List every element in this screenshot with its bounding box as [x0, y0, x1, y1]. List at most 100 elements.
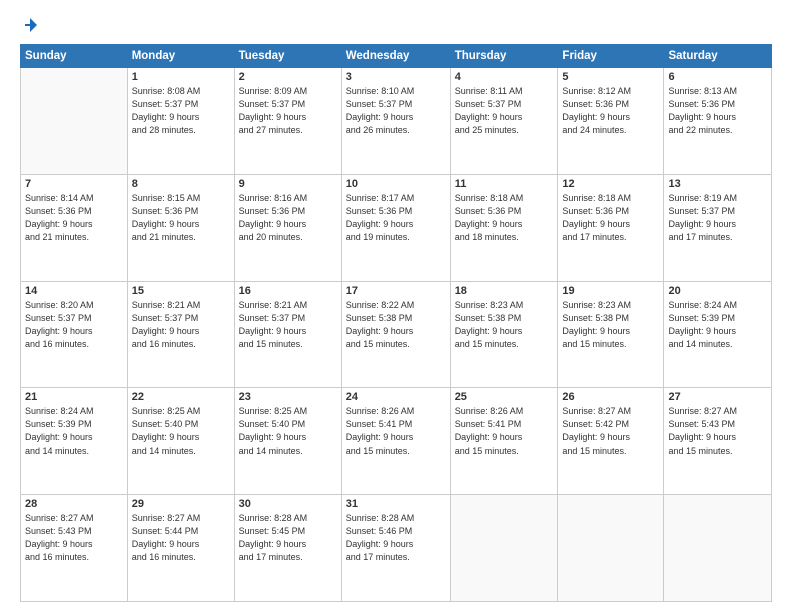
calendar-cell — [450, 495, 558, 602]
calendar-cell: 20 Sunrise: 8:24 AM Sunset: 5:39 PM Dayli… — [664, 281, 772, 388]
day-info: Sunrise: 8:16 AM Sunset: 5:36 PM Dayligh… — [239, 192, 337, 244]
day-info: Sunrise: 8:21 AM Sunset: 5:37 PM Dayligh… — [132, 299, 230, 351]
day-number: 5 — [562, 71, 659, 83]
day-info: Sunrise: 8:18 AM Sunset: 5:36 PM Dayligh… — [455, 192, 554, 244]
day-info: Sunrise: 8:13 AM Sunset: 5:36 PM Dayligh… — [668, 85, 767, 137]
calendar-cell: 24Sunrise: 8:26 AM Sunset: 5:41 PM Dayli… — [341, 388, 450, 495]
day-number: 30 — [239, 498, 337, 510]
day-info: Sunrise: 8:28 AM Sunset: 5:46 PM Dayligh… — [346, 512, 446, 564]
calendar-cell: 23 Sunrise: 8:25 AM Sunset: 5:40 PM Dayli… — [234, 388, 341, 495]
day-number: 23 — [239, 391, 337, 403]
calendar-cell: 25Sunrise: 8:26 AM Sunset: 5:41 PM Dayli… — [450, 388, 558, 495]
day-info: Sunrise: 8:09 AM Sunset: 5:37 PM Dayligh… — [239, 85, 337, 137]
calendar-cell: 17Sunrise: 8:22 AM Sunset: 5:38 PM Dayli… — [341, 281, 450, 388]
day-number: 11 — [455, 178, 554, 190]
logo-icon — [21, 16, 39, 34]
day-number: 6 — [668, 71, 767, 83]
day-info: Sunrise: 8:28 AM Sunset: 5:45 PM Dayligh… — [239, 512, 337, 564]
calendar-week-row: 14Sunrise: 8:20 AM Sunset: 5:37 PM Dayli… — [21, 281, 772, 388]
day-info: Sunrise: 8:27 AM Sunset: 5:44 PM Dayligh… — [132, 512, 230, 564]
day-info: Sunrise: 8:18 AM Sunset: 5:36 PM Dayligh… — [562, 192, 659, 244]
day-number: 2 — [239, 71, 337, 83]
day-number: 28 — [25, 498, 123, 510]
day-number: 9 — [239, 178, 337, 190]
calendar-cell: 3 Sunrise: 8:10 AM Sunset: 5:37 PM Daylig… — [341, 68, 450, 175]
calendar-cell: 9 Sunrise: 8:16 AM Sunset: 5:36 PM Daylig… — [234, 174, 341, 281]
day-info: Sunrise: 8:27 AM Sunset: 5:42 PM Dayligh… — [562, 405, 659, 457]
calendar-cell: 21 Sunrise: 8:24 AM Sunset: 5:39 PM Dayli… — [21, 388, 128, 495]
day-number: 4 — [455, 71, 554, 83]
calendar-header-row: SundayMondayTuesdayWednesdayThursdayFrid… — [21, 45, 772, 68]
day-number: 13 — [668, 178, 767, 190]
day-info: Sunrise: 8:15 AM Sunset: 5:36 PM Dayligh… — [132, 192, 230, 244]
day-number: 14 — [25, 285, 123, 297]
calendar-cell: 27Sunrise: 8:27 AM Sunset: 5:43 PM Dayli… — [664, 388, 772, 495]
day-number: 16 — [239, 285, 337, 297]
calendar-table: SundayMondayTuesdayWednesdayThursdayFrid… — [20, 44, 772, 602]
day-info: Sunrise: 8:23 AM Sunset: 5:38 PM Dayligh… — [455, 299, 554, 351]
calendar-week-row: 28 Sunrise: 8:27 AM Sunset: 5:43 PM Dayli… — [21, 495, 772, 602]
calendar-cell: 28 Sunrise: 8:27 AM Sunset: 5:43 PM Dayli… — [21, 495, 128, 602]
calendar-cell: 10 Sunrise: 8:17 AM Sunset: 5:36 PM Dayli… — [341, 174, 450, 281]
calendar-cell: 22 Sunrise: 8:25 AM Sunset: 5:40 PM Dayli… — [127, 388, 234, 495]
calendar-cell: 7Sunrise: 8:14 AM Sunset: 5:36 PM Daylig… — [21, 174, 128, 281]
calendar-week-row: 21 Sunrise: 8:24 AM Sunset: 5:39 PM Dayli… — [21, 388, 772, 495]
day-info: Sunrise: 8:21 AM Sunset: 5:37 PM Dayligh… — [239, 299, 337, 351]
day-info: Sunrise: 8:17 AM Sunset: 5:36 PM Dayligh… — [346, 192, 446, 244]
weekday-header: Wednesday — [341, 45, 450, 68]
calendar-week-row: 1 Sunrise: 8:08 AM Sunset: 5:37 PM Daylig… — [21, 68, 772, 175]
calendar-cell: 13 Sunrise: 8:19 AM Sunset: 5:37 PM Dayli… — [664, 174, 772, 281]
calendar-cell: 31 Sunrise: 8:28 AM Sunset: 5:46 PM Dayli… — [341, 495, 450, 602]
day-info: Sunrise: 8:24 AM Sunset: 5:39 PM Dayligh… — [668, 299, 767, 351]
calendar-cell: 6 Sunrise: 8:13 AM Sunset: 5:36 PM Daylig… — [664, 68, 772, 175]
day-number: 31 — [346, 498, 446, 510]
day-info: Sunrise: 8:24 AM Sunset: 5:39 PM Dayligh… — [25, 405, 123, 457]
day-number: 22 — [132, 391, 230, 403]
day-info: Sunrise: 8:10 AM Sunset: 5:37 PM Dayligh… — [346, 85, 446, 137]
day-number: 25 — [455, 391, 554, 403]
day-info: Sunrise: 8:08 AM Sunset: 5:37 PM Dayligh… — [132, 85, 230, 137]
calendar-cell: 5 Sunrise: 8:12 AM Sunset: 5:36 PM Daylig… — [558, 68, 664, 175]
weekday-header: Monday — [127, 45, 234, 68]
calendar-cell: 11 Sunrise: 8:18 AM Sunset: 5:36 PM Dayli… — [450, 174, 558, 281]
day-number: 21 — [25, 391, 123, 403]
day-number: 26 — [562, 391, 659, 403]
day-number: 12 — [562, 178, 659, 190]
day-number: 10 — [346, 178, 446, 190]
calendar-cell — [664, 495, 772, 602]
calendar-week-row: 7Sunrise: 8:14 AM Sunset: 5:36 PM Daylig… — [21, 174, 772, 281]
day-number: 7 — [25, 178, 123, 190]
day-info: Sunrise: 8:27 AM Sunset: 5:43 PM Dayligh… — [25, 512, 123, 564]
calendar-cell: 4 Sunrise: 8:11 AM Sunset: 5:37 PM Daylig… — [450, 68, 558, 175]
day-info: Sunrise: 8:12 AM Sunset: 5:36 PM Dayligh… — [562, 85, 659, 137]
day-info: Sunrise: 8:27 AM Sunset: 5:43 PM Dayligh… — [668, 405, 767, 457]
page: SundayMondayTuesdayWednesdayThursdayFrid… — [0, 0, 792, 612]
calendar-cell: 14Sunrise: 8:20 AM Sunset: 5:37 PM Dayli… — [21, 281, 128, 388]
day-info: Sunrise: 8:25 AM Sunset: 5:40 PM Dayligh… — [239, 405, 337, 457]
weekday-header: Thursday — [450, 45, 558, 68]
day-number: 17 — [346, 285, 446, 297]
day-number: 29 — [132, 498, 230, 510]
weekday-header: Sunday — [21, 45, 128, 68]
calendar-cell: 12 Sunrise: 8:18 AM Sunset: 5:36 PM Dayli… — [558, 174, 664, 281]
day-info: Sunrise: 8:25 AM Sunset: 5:40 PM Dayligh… — [132, 405, 230, 457]
day-number: 3 — [346, 71, 446, 83]
calendar-cell: 8 Sunrise: 8:15 AM Sunset: 5:36 PM Daylig… — [127, 174, 234, 281]
calendar-cell — [21, 68, 128, 175]
calendar-cell — [558, 495, 664, 602]
weekday-header: Saturday — [664, 45, 772, 68]
day-info: Sunrise: 8:19 AM Sunset: 5:37 PM Dayligh… — [668, 192, 767, 244]
day-number: 19 — [562, 285, 659, 297]
calendar-cell: 26 Sunrise: 8:27 AM Sunset: 5:42 PM Dayli… — [558, 388, 664, 495]
calendar-cell: 16 Sunrise: 8:21 AM Sunset: 5:37 PM Dayli… — [234, 281, 341, 388]
weekday-header: Friday — [558, 45, 664, 68]
day-info: Sunrise: 8:11 AM Sunset: 5:37 PM Dayligh… — [455, 85, 554, 137]
calendar-cell: 29 Sunrise: 8:27 AM Sunset: 5:44 PM Dayli… — [127, 495, 234, 602]
calendar-cell: 18Sunrise: 8:23 AM Sunset: 5:38 PM Dayli… — [450, 281, 558, 388]
logo — [20, 16, 39, 34]
day-number: 1 — [132, 71, 230, 83]
day-number: 8 — [132, 178, 230, 190]
calendar-cell: 1 Sunrise: 8:08 AM Sunset: 5:37 PM Daylig… — [127, 68, 234, 175]
day-number: 20 — [668, 285, 767, 297]
day-info: Sunrise: 8:26 AM Sunset: 5:41 PM Dayligh… — [346, 405, 446, 457]
